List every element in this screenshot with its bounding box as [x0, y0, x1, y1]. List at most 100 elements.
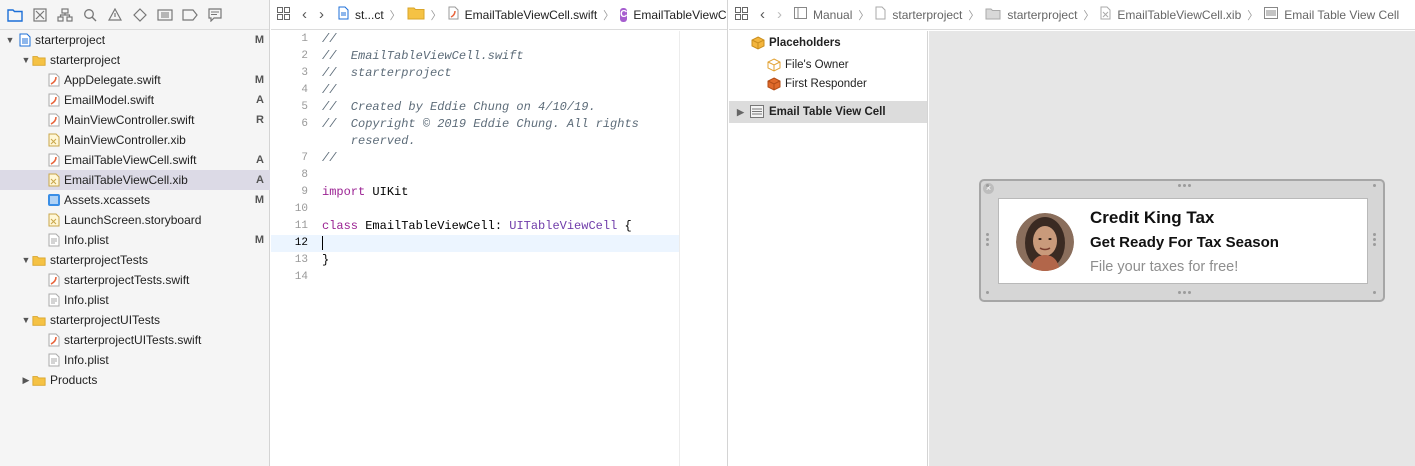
tree-item[interactable]: MainViewController.swift R	[0, 110, 270, 130]
outline-files-owner[interactable]: File's Owner	[729, 56, 927, 74]
resize-handle-top-left[interactable]	[986, 184, 989, 187]
symbol-icon[interactable]	[55, 5, 75, 25]
tree-item[interactable]: ▶ Products	[0, 370, 270, 390]
code-line[interactable]: 7 //	[271, 150, 679, 167]
jumpbar-project[interactable]: starterproject	[892, 8, 962, 22]
tree-item[interactable]: Info.plist	[0, 350, 270, 370]
folder-icon[interactable]	[5, 5, 25, 25]
navigator-toolbar	[0, 0, 269, 30]
outline-first-responder[interactable]: First Responder	[729, 75, 927, 93]
code-line[interactable]: 5 // Created by Eddie Chung on 4/10/19.	[271, 99, 679, 116]
tree-item[interactable]: MainViewController.xib	[0, 130, 270, 150]
code-line[interactable]: 11 class EmailTableViewCell: UITableViewC…	[271, 218, 679, 235]
code-text-area[interactable]: 1 // 2 // EmailTableViewCell.swift 3 // start…	[271, 31, 679, 466]
plist-file-icon	[47, 352, 61, 368]
back-icon[interactable]: ‹	[296, 6, 307, 23]
table-view-cell-frame[interactable]: × Credit King Tax Get Ready For Tax Seas…	[979, 179, 1385, 302]
code-text: // Copyright © 2019 Eddie Chung. All rig…	[322, 116, 639, 133]
code-token: // starterproject	[322, 66, 452, 80]
jumpbar-manual[interactable]: Manual	[813, 8, 852, 22]
source-control-icon[interactable]	[30, 5, 50, 25]
project-navigator: ▼ starterproject M ▼ starterproject AppDelega…	[0, 0, 270, 466]
search-icon[interactable]	[80, 5, 100, 25]
issue-icon[interactable]	[105, 5, 125, 25]
disclosure-open-icon[interactable]: ▼	[21, 55, 31, 65]
project-file-icon	[338, 6, 349, 23]
jumpbar-file[interactable]: EmailTableViewCell.xib	[1117, 8, 1241, 22]
tree-item-label: starterproject	[50, 53, 121, 67]
code-line[interactable]: 10	[271, 201, 679, 218]
disclosure-triangle-icon[interactable]: ▶	[737, 107, 744, 118]
jumpbar-project[interactable]: st...ct	[355, 8, 384, 22]
debug-icon[interactable]	[155, 5, 175, 25]
forward-icon[interactable]: ›	[313, 6, 332, 23]
cell-title-label[interactable]: Credit King Tax	[1090, 208, 1214, 228]
jumpbar-object[interactable]: Email Table View Cell	[1284, 8, 1399, 22]
chevron-right-icon: 〉	[1247, 9, 1259, 22]
tree-item[interactable]: starterprojectUITests.swift	[0, 330, 270, 350]
disclosure-open-icon[interactable]: ▼	[21, 255, 31, 265]
cell-detail-label[interactable]: File your taxes for free!	[1090, 259, 1238, 275]
plist-file-icon	[47, 232, 61, 248]
folder-icon	[32, 252, 46, 268]
breakpoint-icon[interactable]	[180, 5, 200, 25]
resize-handle-top[interactable]	[1178, 184, 1191, 187]
test-icon[interactable]	[130, 5, 150, 25]
cell-subtitle-label[interactable]: Get Ready For Tax Season	[1090, 234, 1279, 251]
disclosure-open-icon[interactable]: ▼	[21, 315, 31, 325]
code-line[interactable]: 1 //	[271, 31, 679, 48]
outline-placeholders[interactable]: Placeholders	[729, 34, 927, 52]
tree-item[interactable]: AppDelegate.swift M	[0, 70, 270, 90]
line-number: 9	[301, 186, 308, 198]
code-line[interactable]: 6 // Copyright © 2019 Eddie Chung. All ri…	[271, 116, 679, 133]
code-line[interactable]: reserved.	[271, 133, 679, 150]
tree-item[interactable]: ▼ starterproject M	[0, 30, 270, 50]
avatar[interactable]	[1016, 213, 1074, 271]
tree-item[interactable]: ▼ starterproject	[0, 50, 270, 70]
class-badge-icon: C	[620, 7, 628, 22]
code-line[interactable]: 9 import UIKit	[271, 184, 679, 201]
resize-handle-right[interactable]	[1373, 233, 1376, 246]
tree-item[interactable]: starterprojectTests.swift	[0, 270, 270, 290]
tree-item[interactable]: EmailTableViewCell.xib A	[0, 170, 270, 190]
code-line[interactable]: 13}	[271, 252, 679, 269]
code-line[interactable]: 3 // starterproject	[271, 65, 679, 82]
jumpbar-symbol[interactable]: EmailTableViewCell	[633, 8, 727, 22]
jumpbar-folder[interactable]: starterproject	[1007, 8, 1077, 22]
resize-handle-top-right[interactable]	[1373, 184, 1376, 187]
code-line[interactable]: 2 // EmailTableViewCell.swift	[271, 48, 679, 65]
code-token: UITableViewCell	[509, 219, 618, 233]
ib-canvas[interactable]: × Credit King Tax Get Ready For Tax Seas…	[929, 31, 1415, 466]
resize-handle-bottom-right[interactable]	[1373, 291, 1376, 294]
report-icon[interactable]	[205, 5, 225, 25]
forward-icon[interactable]: ›	[771, 6, 788, 23]
code-line[interactable]: 14	[271, 269, 679, 286]
outline-email-table-view-cell[interactable]: ▶ Email Table View Cell	[729, 101, 927, 123]
cell-content-view[interactable]: Credit King Tax Get Ready For Tax Season…	[998, 198, 1368, 284]
related-items-icon[interactable]	[735, 6, 748, 23]
jumpbar-file[interactable]: EmailTableViewCell.swift	[465, 8, 598, 22]
tree-item[interactable]: EmailModel.swift A	[0, 90, 270, 110]
tree-item[interactable]: ▼ starterprojectUITests	[0, 310, 270, 330]
code-line[interactable]: 4 //	[271, 82, 679, 99]
resize-handle-bottom[interactable]	[1178, 291, 1191, 294]
related-items-icon[interactable]	[277, 6, 290, 23]
resize-handle-left[interactable]	[986, 233, 989, 246]
interface-builder: ‹ › Manual 〉 starterproject 〉 starterpro…	[729, 0, 1415, 466]
tree-item[interactable]: ▼ starterprojectTests	[0, 250, 270, 270]
disclosure-open-icon[interactable]: ▼	[5, 35, 15, 45]
code-line[interactable]: 12	[271, 235, 679, 252]
tree-item[interactable]: EmailTableViewCell.swift A	[0, 150, 270, 170]
resize-handle-bottom-left[interactable]	[986, 291, 989, 294]
code-line[interactable]: 8	[271, 167, 679, 184]
disclosure-closed-icon[interactable]: ▶	[21, 375, 31, 385]
tree-item[interactable]: Info.plist	[0, 290, 270, 310]
back-icon[interactable]: ‹	[754, 6, 765, 23]
tree-item[interactable]: Info.plist M	[0, 230, 270, 250]
code-text	[322, 235, 323, 252]
tree-item-label: LaunchScreen.storyboard	[64, 213, 202, 227]
tree-item[interactable]: Assets.xcassets M	[0, 190, 270, 210]
tree-item-label: Info.plist	[64, 233, 109, 247]
code-text: import UIKit	[322, 184, 408, 201]
tree-item[interactable]: LaunchScreen.storyboard	[0, 210, 270, 230]
